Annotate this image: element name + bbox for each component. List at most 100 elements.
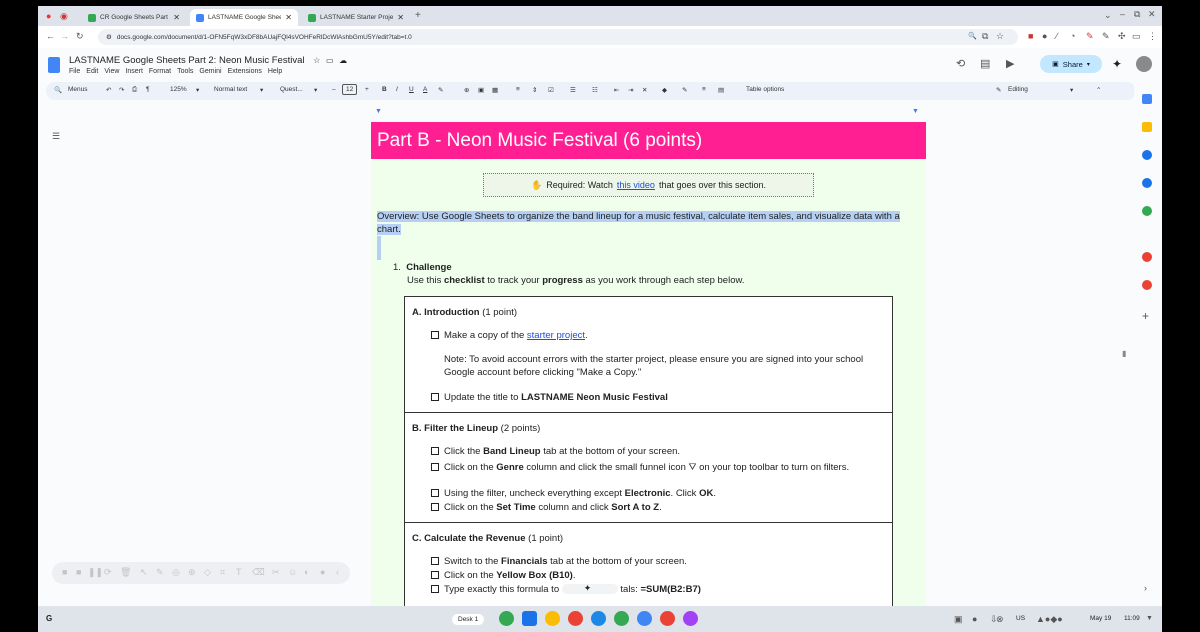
numbered-list-icon[interactable]: ☷ — [592, 86, 598, 94]
browser-tab-1[interactable]: CR Google Sheets Part 2: Neon ✕ — [82, 9, 186, 26]
extension-pencil-icon[interactable]: ✎ — [1086, 32, 1094, 41]
mode-select[interactable]: Editing — [1008, 86, 1028, 93]
starter-project-link[interactable]: starter project — [527, 330, 585, 341]
restore-icon[interactable]: ⧉ — [1134, 10, 1140, 19]
reload-icon[interactable]: ↻ — [76, 32, 84, 41]
zoom-icon[interactable]: ⊕ — [188, 568, 196, 577]
record-stop-icon[interactable]: ■ — [62, 568, 67, 577]
document-page[interactable]: Part B - Neon Music Festival (6 points) … — [371, 122, 926, 606]
spotlight-icon[interactable]: ◎ — [172, 568, 180, 577]
edit-mode-icon[interactable]: ✎ — [996, 86, 1001, 94]
extension-red-icon[interactable]: ■ — [1028, 32, 1033, 41]
minimize-icon[interactable]: – — [1120, 10, 1125, 19]
undo-icon[interactable]: ↶ — [106, 86, 111, 94]
underline-icon[interactable]: U — [409, 86, 414, 93]
mic-addon-icon[interactable] — [1142, 280, 1152, 290]
table-options-button[interactable]: Table options — [746, 86, 784, 93]
contacts-icon[interactable] — [1142, 178, 1152, 188]
font-size-input[interactable]: 12 — [342, 84, 358, 95]
back-icon[interactable]: ← — [46, 32, 55, 41]
app-icon[interactable] — [591, 611, 606, 626]
checkbox[interactable] — [431, 463, 439, 471]
next-arrow-icon[interactable]: › — [1144, 584, 1147, 593]
emoji-icon[interactable]: ☺ — [288, 568, 297, 577]
app-icon[interactable] — [660, 611, 675, 626]
bulleted-list-icon[interactable]: ☰ — [570, 86, 576, 94]
cloud-saved-icon[interactable]: ☁ — [339, 56, 347, 65]
record-square-icon[interactable]: ■ — [76, 568, 81, 577]
comment-icon[interactable]: ▣ — [478, 86, 484, 94]
outline-icon[interactable]: ☰ — [52, 132, 60, 141]
browser-tab-2[interactable]: LASTNAME Google Sheets Part ✕ — [190, 9, 298, 26]
keyboard-locale[interactable]: US — [1016, 615, 1025, 622]
delete-icon[interactable]: 🗑 — [120, 568, 131, 577]
share-button[interactable]: ▣ Share ▾ — [1040, 55, 1102, 73]
decrease-indent-icon[interactable]: ⇤ — [614, 86, 619, 94]
close-icon[interactable]: ✕ — [285, 13, 292, 22]
checkbox[interactable] — [431, 447, 439, 455]
restart-icon[interactable]: ⟳ — [104, 568, 112, 577]
window-close-icon[interactable]: ✕ — [1148, 10, 1156, 19]
forward-icon[interactable]: → — [60, 32, 69, 41]
close-icon[interactable]: ✕ — [173, 13, 180, 22]
font-select[interactable]: Quest... — [280, 86, 303, 93]
maps-icon[interactable] — [1142, 206, 1152, 216]
increase-indent-icon[interactable]: ⇥ — [628, 86, 633, 94]
checkbox[interactable] — [431, 489, 439, 497]
checklist-icon[interactable]: ☑ — [548, 86, 554, 94]
camera-icon[interactable]: ● — [320, 568, 325, 577]
menu-format[interactable]: Format — [149, 68, 171, 75]
side-panel-icon[interactable]: ▭ — [1132, 32, 1141, 41]
extension-icon-3[interactable]: ✎ — [1102, 32, 1110, 41]
video-link[interactable]: this video — [617, 180, 655, 190]
get-addons-icon[interactable]: + — [1142, 310, 1149, 322]
meet-icon[interactable]: ▶ — [1006, 59, 1014, 70]
close-icon[interactable]: ✕ — [397, 13, 404, 22]
shape-icon[interactable]: ◇ — [204, 568, 211, 577]
record-icon[interactable]: ● — [46, 12, 51, 21]
ruler-right-indent-icon[interactable]: ▼ — [912, 108, 919, 115]
checkbox[interactable] — [431, 503, 439, 511]
date-label[interactable]: May 19 — [1090, 615, 1111, 622]
menu-insert[interactable]: Insert — [125, 68, 143, 75]
print-icon[interactable]: ⎙ — [132, 86, 137, 94]
checkbox[interactable] — [431, 393, 439, 401]
redo-icon[interactable]: ↷ — [119, 86, 124, 94]
checkbox[interactable] — [431, 557, 439, 565]
checkbox[interactable] — [431, 585, 439, 593]
new-tab-icon[interactable]: + — [415, 11, 421, 21]
italic-icon[interactable]: I — [396, 86, 398, 93]
collapse-icon[interactable]: ‹ — [336, 568, 339, 577]
docs-app-icon[interactable] — [522, 611, 537, 626]
image-icon[interactable]: ▦ — [492, 86, 498, 94]
menus-search-icon[interactable]: 🔍 — [54, 86, 62, 94]
tasks-icon[interactable] — [1142, 150, 1152, 160]
blur-icon[interactable]: ◐ — [304, 568, 309, 577]
cut-icon[interactable]: ✂ — [272, 568, 280, 577]
pause-icon[interactable]: ❚❚ — [88, 568, 103, 577]
style-select[interactable]: Normal text — [214, 86, 247, 93]
menus-button[interactable]: Menus — [68, 86, 88, 93]
crop-icon[interactable]: ⌗ — [220, 568, 225, 577]
chrome-app-icon[interactable] — [568, 611, 583, 626]
border-width-icon[interactable]: ≡ — [702, 86, 706, 93]
stop-recording-icon[interactable]: ⊗ — [996, 615, 1004, 624]
link-icon[interactable]: ⊕ — [464, 86, 469, 94]
eraser-icon[interactable]: ⌫ — [252, 568, 265, 577]
star-icon[interactable]: ☆ — [313, 56, 320, 65]
url-field[interactable]: ⚙ docs.google.com/document/d/1-OFN5FqW3x… — [98, 29, 1018, 45]
extensions-puzzle-icon[interactable]: ✣ — [1118, 32, 1126, 41]
pen-icon[interactable]: ✎ — [156, 568, 164, 577]
play-store-icon[interactable] — [614, 611, 629, 626]
menu-view[interactable]: View — [104, 68, 119, 75]
border-style-icon[interactable]: ▤ — [718, 86, 724, 94]
increase-font-icon[interactable]: + — [365, 86, 369, 93]
desk-button[interactable]: Desk 1 — [452, 614, 485, 625]
border-color-icon[interactable]: ✎ — [682, 86, 687, 94]
wifi-icon[interactable]: ▼ — [1146, 615, 1153, 622]
decrease-font-icon[interactable]: – — [332, 86, 336, 93]
launcher-icon[interactable]: G — [46, 615, 52, 623]
cell-fill-icon[interactable]: ◆ — [662, 86, 667, 94]
calendar-icon[interactable] — [1142, 94, 1152, 104]
mic-icon[interactable]: ● — [972, 615, 977, 624]
